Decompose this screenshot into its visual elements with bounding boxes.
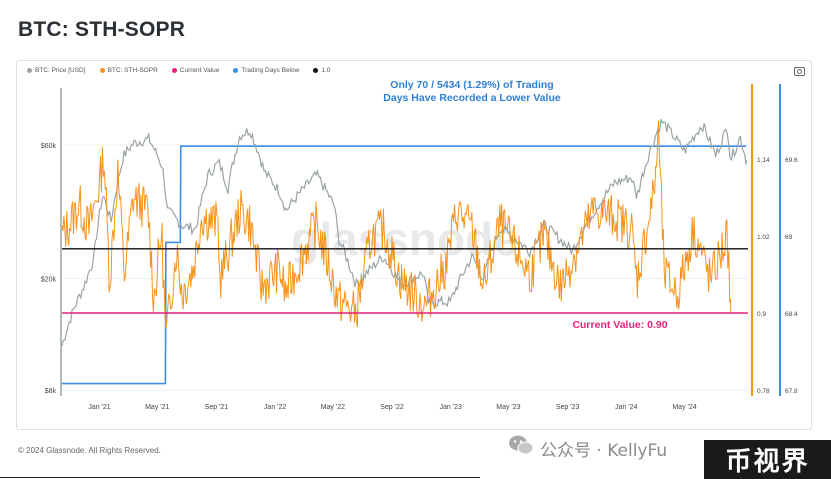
y-right-days-tick-label: 68.4: [785, 311, 798, 318]
annotation-current-value: Current Value: 0.90: [572, 319, 667, 331]
x-tick-label: May '24: [672, 404, 696, 411]
stamp-badge: 币视界: [704, 440, 831, 479]
x-tick-label: May '21: [145, 404, 169, 411]
x-tick-label: Jan '21: [88, 404, 110, 411]
y-right-sopr-tick-label: 1.02: [757, 234, 770, 241]
y-right-sopr-tick-label: 1.14: [757, 157, 770, 164]
y-right-sopr-tick-label: 0.9: [757, 311, 766, 318]
x-tick-label: Sep '21: [205, 404, 229, 411]
y-left-tick-label: $8k: [45, 388, 57, 395]
wechat-watermark: 公众号 · KellyFu: [540, 441, 668, 461]
copyright-footer: © 2024 Glassnode. All Rights Reserved.: [18, 446, 161, 455]
x-tick-label: May '22: [321, 404, 345, 411]
footer-rule: [0, 477, 480, 478]
chart-svg: glassnode$8k$20k$60kJan '21 May '21 Sep '2…: [41, 79, 798, 411]
y-right-days-tick-label: 69.6: [785, 157, 798, 164]
y-left-tick-label: $20k: [41, 277, 57, 284]
x-tick-label: Jan '24: [615, 404, 637, 411]
x-tick-label: Jan '22: [264, 404, 286, 411]
y-left-tick-label: $60k: [41, 143, 57, 150]
x-tick-label: Jan '23: [440, 404, 462, 411]
y-right-days-tick-label: 69: [785, 234, 793, 241]
x-tick-label: Sep '22: [380, 404, 404, 411]
annotation-days-below-line1: Only 70 / 5434 (1.29%) of Trading: [390, 79, 553, 91]
y-right-days-tick-label: 67.8: [785, 388, 798, 395]
wechat-icon: [509, 435, 534, 455]
x-tick-label: Sep '23: [556, 404, 580, 411]
x-tick-label: May '23: [496, 404, 520, 411]
annotation-days-below-line2: Days Have Recorded a Lower Value: [383, 92, 561, 104]
y-right-sopr-tick-label: 0.78: [757, 388, 770, 395]
